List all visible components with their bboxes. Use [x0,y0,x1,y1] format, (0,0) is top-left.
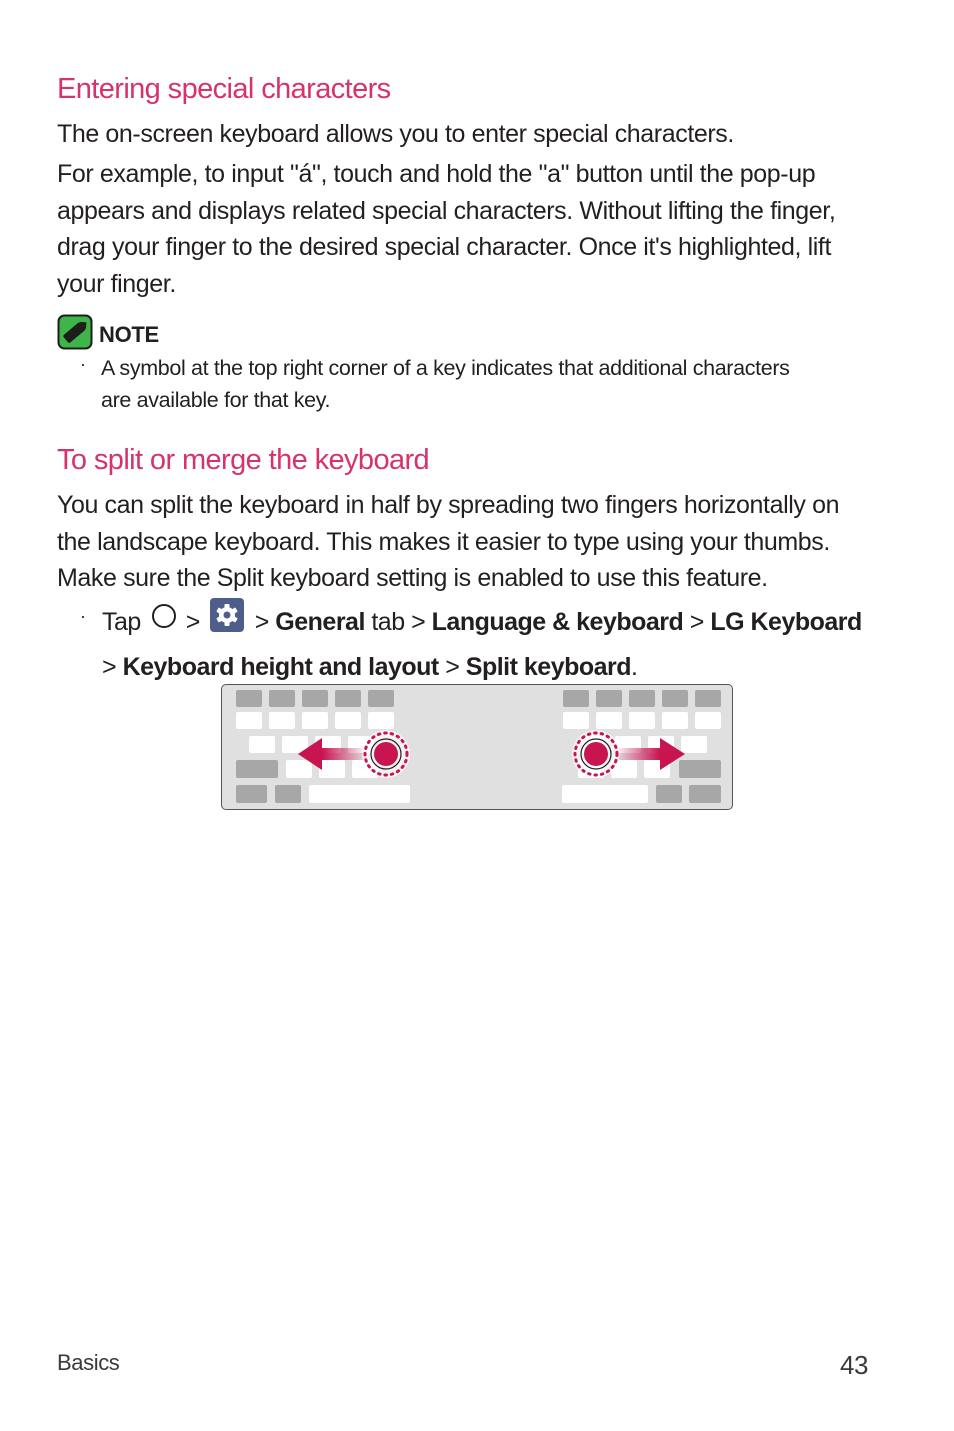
note-header: NOTE [57,314,159,355]
settings-gear-icon [210,598,245,643]
lg-keyboard-text: LG Keyboard [710,607,862,636]
footer-section-label: Basics [57,1350,120,1375]
paragraph-line: You can split the keyboard in half by sp… [57,491,840,519]
period: . [631,652,638,681]
separator: > [411,607,426,636]
paragraph-line: appears and displays related special cha… [57,196,836,225]
paragraph-line: drag your finger to the desired special … [57,233,832,261]
keyboard-height-layout-text: Keyboard height and layout [122,652,440,681]
steps-item: · Tap > > General tab > Language & keybo… [80,598,900,685]
steps-line-2: > Keyboard height and layout > Split key… [102,649,900,686]
paragraph-line: your finger. [57,269,176,298]
general-text: General [275,607,365,636]
heading-entering-special-characters: Entering special characters [57,73,391,105]
bullet: · [80,354,86,374]
page-number: 43 [840,1350,869,1380]
note-label: NOTE [99,321,159,347]
tab-text: tab [371,607,405,636]
steps-line-1: Tap > > General tab > Language & keyboar… [102,598,900,649]
separator: > [102,652,117,681]
separator: > [445,652,460,681]
touch-point-left-icon [362,730,410,778]
note-line: A symbol at the top right corner of a ke… [101,356,790,380]
split-keyboard-text: Split keyboard [465,652,632,681]
note-line: are available for that key. [101,388,331,412]
paragraph-intro: The on-screen keyboard allows you to ent… [57,120,734,148]
note-pencil-icon [57,314,93,355]
bullet: · [80,606,86,626]
paragraph-line: the landscape keyboard. This makes it ea… [57,527,830,556]
separator: > [185,607,201,636]
touch-point-right-icon [572,730,620,778]
paragraph-line: Make sure the Split keyboard setting is … [57,564,768,592]
paragraph-split: You can split the keyboard in half by sp… [57,487,839,597]
language-keyboard-text: Language & keyboard [431,607,684,636]
tap-text: Tap [102,607,141,636]
separator: > [254,607,270,636]
separator: > [689,607,705,636]
split-keyboard-illustration [221,684,733,810]
heading-split-merge-keyboard: To split or merge the keyboard [57,444,430,476]
home-circle-icon [151,603,177,640]
paragraph-example: For example, to input "á", touch and hol… [57,156,836,302]
swipe-left-arrow-icon [298,738,367,770]
note-item: · A symbol at the top right corner of a … [80,352,790,416]
swipe-right-arrow-icon [615,738,685,770]
paragraph-line: For example, to input "á", touch and hol… [57,160,816,188]
